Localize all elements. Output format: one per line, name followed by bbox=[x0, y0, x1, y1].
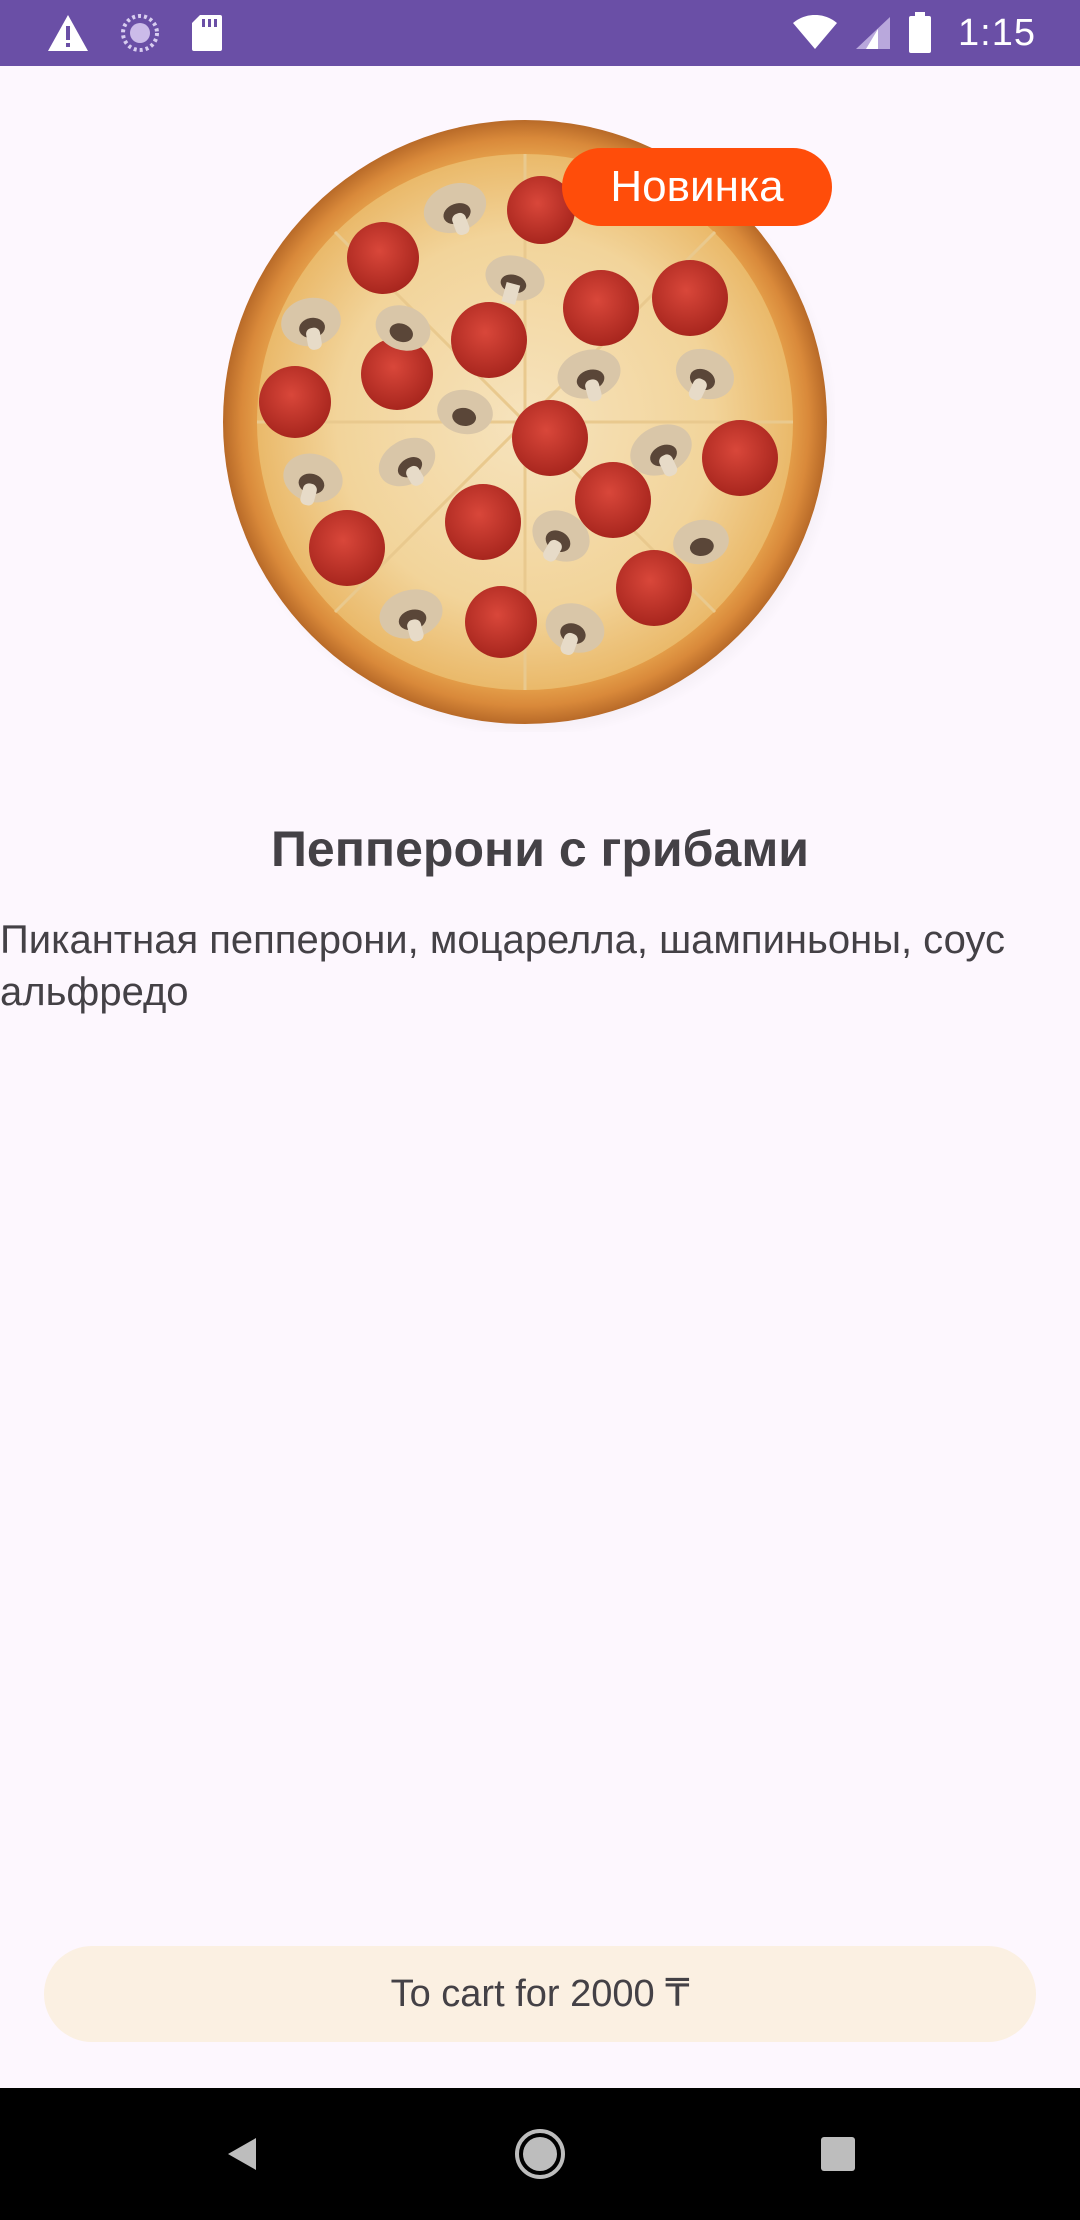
signal-icon bbox=[856, 17, 891, 49]
product-title: Пепперони с грибами bbox=[270, 821, 810, 877]
sd-card-icon bbox=[192, 15, 222, 51]
back-button[interactable] bbox=[202, 2114, 282, 2194]
home-icon bbox=[515, 2129, 565, 2179]
status-time: 1:15 bbox=[958, 11, 1036, 54]
product-description: Пикантная пепперони, моцарелла, шампиньо… bbox=[0, 918, 1005, 1014]
status-notifications bbox=[46, 10, 224, 56]
add-to-cart-button[interactable]: To cart for 2000 ₸ bbox=[44, 1946, 1036, 2042]
recents-button[interactable] bbox=[798, 2114, 878, 2194]
status-system: 1:15 bbox=[792, 8, 1036, 58]
product-detail-screen: 1:15 Новинка Пепперони с грибами Пикантн… bbox=[0, 0, 1080, 2220]
warning-icon bbox=[48, 15, 88, 51]
new-badge: Новинка bbox=[562, 148, 832, 226]
battery-icon bbox=[909, 12, 932, 53]
wifi-icon bbox=[793, 15, 838, 49]
status-bar: 1:15 bbox=[0, 0, 1080, 66]
navigation-bar bbox=[0, 2088, 1080, 2220]
back-icon bbox=[228, 2138, 256, 2170]
sync-icon bbox=[121, 14, 159, 52]
recents-icon bbox=[821, 2137, 855, 2171]
home-button[interactable] bbox=[500, 2114, 580, 2194]
